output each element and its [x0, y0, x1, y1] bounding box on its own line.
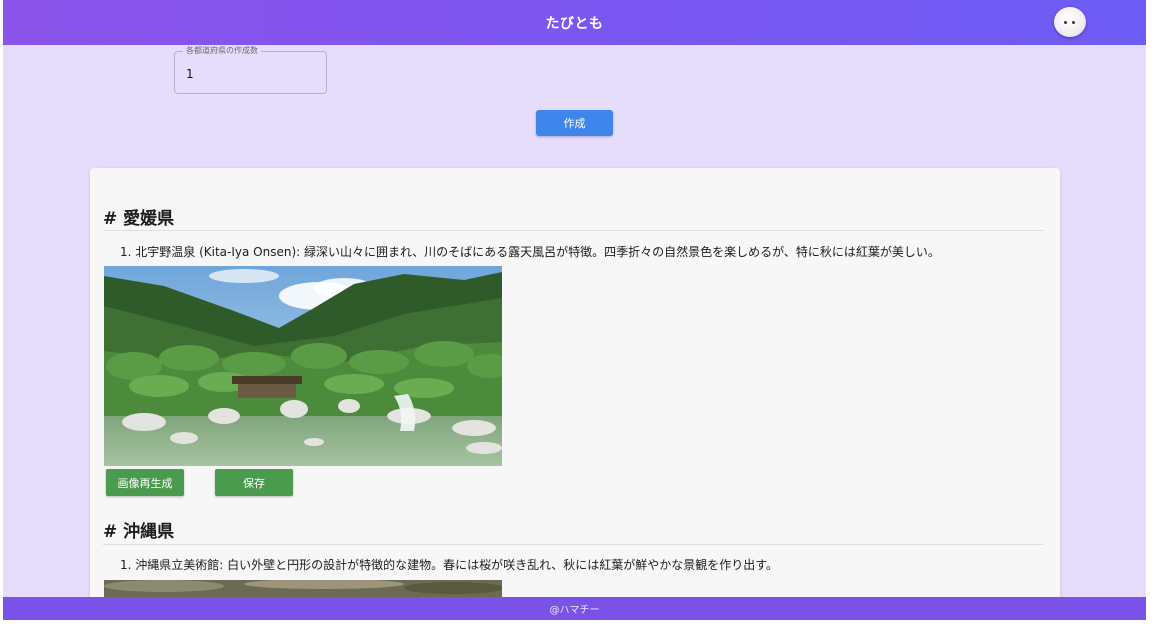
prefecture-heading-ehime: # 愛媛県 [103, 209, 175, 229]
results-card: # 愛媛県 1. 北宇野温泉 (Kita-Iya Onsen): 緑深い山々に囲… [90, 168, 1060, 620]
user-avatar[interactable] [1054, 7, 1086, 37]
create-button[interactable]: 作成 [536, 110, 613, 136]
spot-description-ehime: 1. 北宇野温泉 (Kita-Iya Onsen): 緑深い山々に囲まれ、川のそ… [120, 245, 940, 259]
app-title: たびとも [545, 16, 604, 32]
footer-credit: @ハマチー [549, 605, 600, 616]
app-window: たびとも 各都道府県の作成数 1 作成 # 愛媛県 1. 北宇野温泉 (Kita… [3, 0, 1146, 620]
heading-divider [103, 230, 1044, 231]
app-header: たびとも [3, 0, 1146, 45]
spot-image-ehime [104, 266, 502, 466]
count-field-label: 各都道府県の作成数 [183, 46, 261, 56]
count-field-value[interactable]: 1 [186, 67, 194, 81]
prefecture-heading-okinawa: # 沖縄県 [103, 522, 175, 542]
save-button[interactable]: 保存 [215, 469, 293, 496]
app-footer: @ハマチー [3, 597, 1146, 620]
spot-description-okinawa: 1. 沖縄県立美術館: 白い外壁と円形の設計が特徴的な建物。春には桜が咲き乱れ、… [120, 558, 779, 572]
regenerate-image-button[interactable]: 画像再生成 [106, 469, 184, 496]
count-per-prefecture-field[interactable]: 各都道府県の作成数 1 [174, 46, 327, 94]
heading-divider [103, 544, 1044, 545]
mountain-onsen-image [104, 266, 502, 466]
